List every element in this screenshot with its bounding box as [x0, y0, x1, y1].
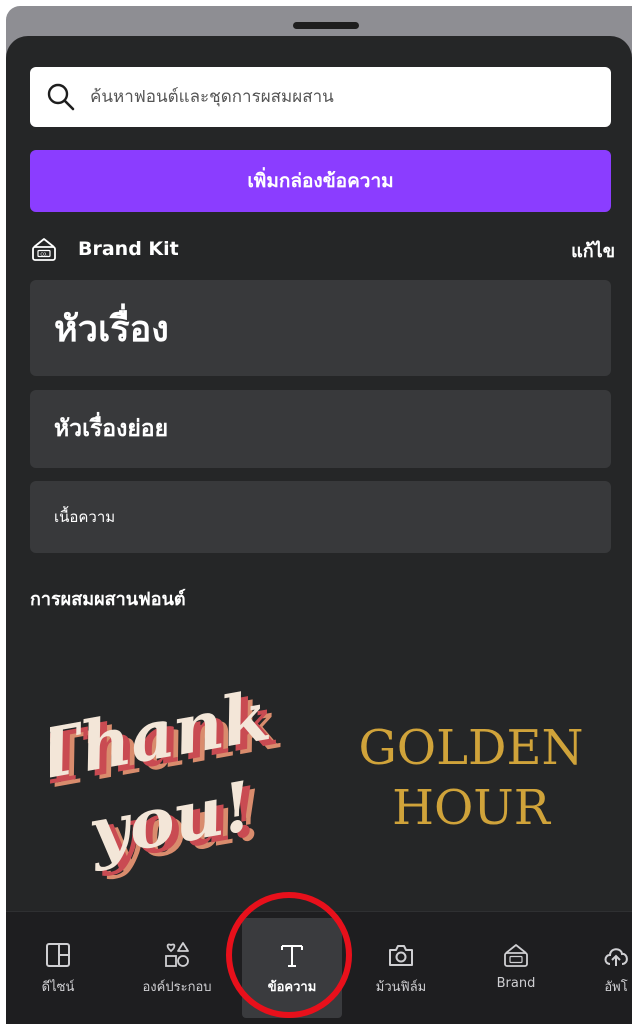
upload-cloud-icon — [604, 948, 628, 966]
tab-design-label: ดีไซน์ — [41, 980, 75, 995]
elements-shapes-icon — [165, 942, 189, 967]
subheading-style-label: หัวเรื่องย่อย — [54, 416, 169, 442]
tab-uploads[interactable]: อัพโ — [586, 912, 632, 1024]
font-combinations-title: การผสมผสานฟอนต์ — [30, 589, 186, 610]
tab-camera-roll[interactable]: ม้วนฟิล์ม — [356, 912, 446, 1024]
thank-you-font-combination[interactable]: Thank Thank Thank you! you! you! — [50, 666, 300, 916]
tab-design[interactable]: ดีไซน์ — [16, 912, 100, 1024]
svg-text:co.: co. — [40, 252, 48, 258]
search-input[interactable] — [90, 67, 600, 127]
search-icon — [47, 83, 75, 111]
tab-text-label: ข้อความ — [267, 980, 317, 995]
brand-kit-header: co. Brand Kit แก้ไข — [30, 232, 615, 266]
tab-elements[interactable]: องค์ประกอบ — [121, 912, 233, 1024]
subheading-style-card[interactable]: หัวเรื่องย่อย — [30, 390, 611, 468]
tab-elements-label: องค์ประกอบ — [142, 980, 212, 995]
heading-style-label: หัวเรื่อง — [54, 308, 169, 350]
bottom-tab-bar: ดีไซน์ องค์ประกอบ ข้อความ ม้วนฟิล์ม Bran… — [6, 911, 632, 1024]
tab-camera-roll-label: ม้วนฟิล์ม — [375, 980, 427, 995]
design-layout-icon — [46, 943, 70, 967]
body-style-label: เนื้อความ — [54, 508, 116, 526]
search-bar[interactable] — [30, 67, 611, 127]
heading-style-card[interactable]: หัวเรื่อง — [30, 280, 611, 376]
body-style-card[interactable]: เนื้อความ — [30, 481, 611, 553]
tab-brand-label: Brand — [496, 976, 536, 991]
tab-text[interactable]: ข้อความ — [242, 918, 342, 1018]
brand-kit-icon: co. — [32, 238, 56, 261]
app-frame: เพิ่มกล่องข้อความ co. Brand Kit แก้ไข หั… — [6, 6, 632, 1024]
tab-uploads-label: อัพโ — [604, 980, 628, 995]
camera-icon — [389, 945, 413, 966]
brand-kit-edit-link[interactable]: แก้ไข — [571, 236, 615, 265]
add-text-box-button[interactable]: เพิ่มกล่องข้อความ — [30, 150, 611, 212]
golden-hour-line2: HOUR — [392, 780, 552, 836]
text-t-icon — [281, 945, 303, 967]
golden-hour-line1: GOLDEN — [358, 720, 583, 776]
text-panel-sheet: เพิ่มกล่องข้อความ co. Brand Kit แก้ไข หั… — [6, 36, 632, 1024]
sheet-drag-handle[interactable] — [293, 22, 359, 29]
tab-brand[interactable]: Brand — [474, 912, 558, 1024]
brand-kit-title: Brand Kit — [78, 238, 179, 260]
golden-hour-font-combination[interactable]: GOLDEN HOUR — [346, 706, 596, 846]
brand-kit-icon — [504, 944, 528, 967]
